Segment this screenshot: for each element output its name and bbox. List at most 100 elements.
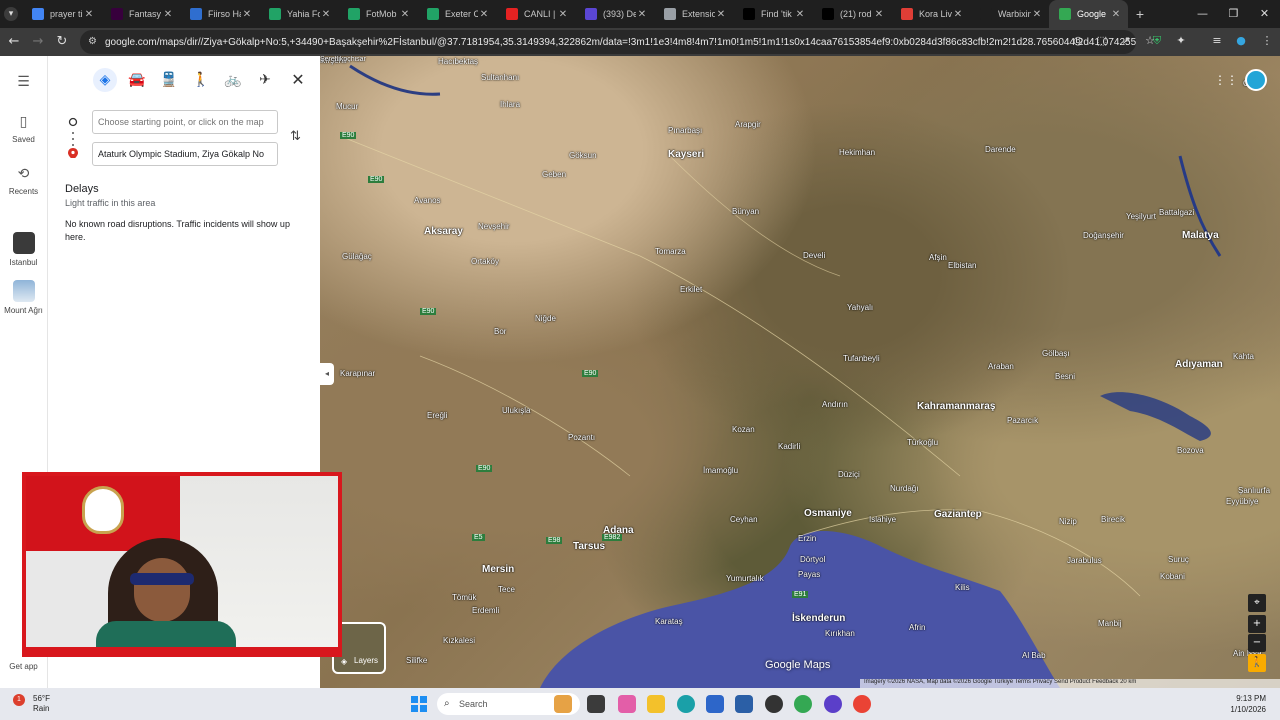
- terminal-app-icon[interactable]: [587, 695, 605, 713]
- map-place-label[interactable]: Yumurtalık: [726, 574, 764, 583]
- map-place-label[interactable]: Eyyübiye: [1226, 497, 1258, 506]
- map-place-label[interactable]: Kızkalesi: [443, 636, 475, 645]
- map-place-label[interactable]: Payas: [798, 570, 820, 579]
- install-app-icon[interactable]: ⬚: [1094, 30, 1110, 52]
- map-place-label[interactable]: Kahta: [1233, 352, 1254, 361]
- map-place-label[interactable]: Gülağaç: [342, 252, 372, 261]
- map-place-label[interactable]: Bor: [494, 327, 506, 336]
- close-window-icon[interactable]: ✕: [1249, 0, 1280, 28]
- map-place-label[interactable]: Doğanşehir: [1083, 231, 1124, 240]
- close-tab-icon[interactable]: ✕: [320, 9, 332, 20]
- bike-icon[interactable]: 🚲: [221, 68, 245, 92]
- map-place-label[interactable]: Hacıbektaş: [438, 57, 478, 66]
- map-place-label[interactable]: Ulukışla: [502, 406, 530, 415]
- map-place-label[interactable]: Sultanhanı: [481, 73, 519, 82]
- map-place-label[interactable]: Nizip: [1059, 517, 1077, 526]
- map-place-label[interactable]: Ceyhan: [730, 515, 758, 524]
- map-place-label[interactable]: Elbistan: [948, 261, 976, 270]
- close-tab-icon[interactable]: ✕: [715, 9, 727, 20]
- map-place-label[interactable]: Tömük: [452, 593, 476, 602]
- close-tab-icon[interactable]: ✕: [794, 9, 806, 20]
- map-place-label[interactable]: Develi: [803, 251, 825, 260]
- browser-tab[interactable]: FotMob ✕: [338, 0, 417, 28]
- map-place-label[interactable]: Şereflikoçhisar: [320, 56, 366, 63]
- map-place-label[interactable]: Ereğli: [427, 411, 447, 420]
- chrome-app-icon[interactable]: [794, 695, 812, 713]
- rail-mount-agri[interactable]: Mount Ağrı: [0, 280, 47, 315]
- car-icon[interactable]: 🚘: [125, 68, 149, 92]
- chrome-profile-app-icon[interactable]: [853, 695, 871, 713]
- google-apps-icon[interactable]: ⋮⋮: [1214, 73, 1238, 87]
- pegman-icon[interactable]: 🚶: [1248, 654, 1266, 672]
- get-app-link[interactable]: Get app: [0, 662, 47, 671]
- map-place-label[interactable]: Islahiye: [869, 515, 896, 524]
- menu-button[interactable]: ☰: [0, 74, 47, 95]
- close-tab-icon[interactable]: ✕: [952, 9, 964, 20]
- map-place-label[interactable]: Jarabulus: [1067, 556, 1102, 565]
- widget-app-icon[interactable]: [554, 695, 572, 713]
- map-place-label[interactable]: Suruç: [1168, 555, 1189, 564]
- walk-icon[interactable]: 🚶: [189, 68, 213, 92]
- file-explorer-icon[interactable]: [647, 695, 665, 713]
- edge-browser-icon[interactable]: [677, 695, 695, 713]
- map-place-label[interactable]: Araban: [988, 362, 1014, 371]
- airplane-icon[interactable]: ✈: [253, 68, 277, 92]
- map-place-label[interactable]: Düziçi: [838, 470, 860, 479]
- map-place-label[interactable]: Ortaköy: [471, 257, 499, 266]
- close-tab-icon[interactable]: ✕: [873, 9, 885, 20]
- share-icon[interactable]: ↗: [1118, 30, 1134, 52]
- map-place-label[interactable]: Pazarcık: [1007, 416, 1038, 425]
- browser-tab[interactable]: CANLI | C✕: [496, 0, 575, 28]
- map-place-label[interactable]: Hekimhan: [839, 148, 875, 157]
- close-tab-icon[interactable]: ✕: [478, 9, 490, 20]
- map-place-label[interactable]: Gölbaşı: [1042, 349, 1070, 358]
- map-place-label[interactable]: Aksaray: [424, 226, 463, 237]
- media-control-icon[interactable]: ≡: [1208, 30, 1226, 52]
- eye-off-icon[interactable]: ◎: [1070, 30, 1086, 52]
- map-place-label[interactable]: Dörtyol: [800, 555, 825, 564]
- address-bar[interactable]: ⚙ google.com/maps/dir//Ziya+Gökalp+No:5,…: [80, 30, 1136, 54]
- map-place-label[interactable]: Malatya: [1182, 230, 1219, 241]
- rail-recents[interactable]: ⟲ Recents: [0, 166, 47, 196]
- zoom-out-button[interactable]: −: [1248, 634, 1266, 652]
- map-place-label[interactable]: Besni: [1055, 372, 1075, 381]
- map-place-label[interactable]: İmamoğlu: [703, 466, 738, 475]
- close-tab-icon[interactable]: ✕: [557, 9, 569, 20]
- map-place-label[interactable]: Tarsus: [573, 541, 605, 552]
- browser-tab[interactable]: Find 'tik ✕: [733, 0, 812, 28]
- map-place-label[interactable]: Gaziantep: [934, 509, 982, 520]
- map-place-label[interactable]: Birecik: [1101, 515, 1125, 524]
- map-place-label[interactable]: Al Bab: [1022, 651, 1046, 660]
- map-place-label[interactable]: Arapgir: [735, 120, 761, 129]
- map-place-label[interactable]: Osmaniye: [804, 508, 852, 519]
- browser-tab[interactable]: Fiirso Ha ✕: [180, 0, 259, 28]
- my-location-icon[interactable]: ⌖: [1248, 594, 1266, 612]
- starting-point-input[interactable]: Choose starting point, or click on the m…: [92, 110, 278, 134]
- obs-app-icon[interactable]: [765, 695, 783, 713]
- browser-tab[interactable]: Exeter C ✕: [417, 0, 496, 28]
- system-clock[interactable]: 9:13 PM 1/10/2026: [1230, 693, 1266, 715]
- browser-tab[interactable]: Warbixin ✕: [970, 0, 1049, 28]
- map-place-label[interactable]: Darende: [985, 145, 1016, 154]
- rail-istanbul[interactable]: Istanbul: [0, 232, 47, 267]
- map-place-label[interactable]: Erdemli: [472, 606, 499, 615]
- close-tab-icon[interactable]: ✕: [83, 9, 95, 20]
- browser-tab[interactable]: Yahia Fo ✕: [259, 0, 338, 28]
- map-place-label[interactable]: Erkilet: [680, 285, 702, 294]
- tab-search-button[interactable]: ▾: [0, 0, 22, 28]
- close-tab-icon[interactable]: ✕: [1110, 9, 1122, 20]
- shield-extension-icon[interactable]: ⛨: [1148, 30, 1166, 52]
- map-place-label[interactable]: İskenderun: [792, 613, 845, 624]
- swap-icon[interactable]: ⇅: [290, 129, 301, 144]
- browser-menu-icon[interactable]: ⋮: [1258, 30, 1276, 52]
- map-place-label[interactable]: Geben: [542, 170, 566, 179]
- map-place-label[interactable]: Adıyaman: [1175, 359, 1223, 370]
- map-place-label[interactable]: Silifke: [406, 656, 427, 665]
- map-place-label[interactable]: Ihlara: [500, 100, 520, 109]
- map-place-label[interactable]: Yahyalı: [847, 303, 873, 312]
- destination-input[interactable]: Ataturk Olympic Stadium, Ziya Gökalp No: [92, 142, 278, 166]
- map-place-label[interactable]: Kobani: [1160, 572, 1185, 581]
- reload-button[interactable]: ↻: [50, 30, 74, 54]
- map-place-label[interactable]: Avanos: [414, 196, 441, 205]
- map-place-label[interactable]: Pınarbaşı: [668, 126, 702, 135]
